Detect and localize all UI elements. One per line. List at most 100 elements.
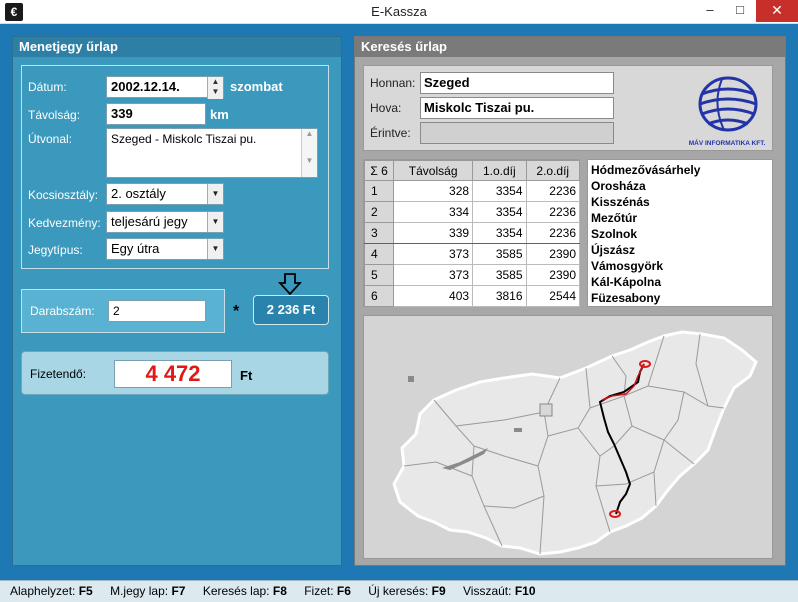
distance-input[interactable]: 339 bbox=[106, 103, 206, 125]
mav-logo-icon: MÁV INFORMATIKA KFT. bbox=[689, 76, 766, 147]
date-input[interactable]: 2002.12.14. ▲ ▼ bbox=[106, 76, 224, 99]
shortcut-new-search: Új keresés: F9 bbox=[368, 584, 445, 598]
table-row[interactable]: 1 328 3354 2236 bbox=[363, 180, 581, 202]
list-item[interactable]: Újszász bbox=[591, 242, 769, 258]
cell-second-class: 2390 bbox=[525, 264, 581, 286]
cell-second-class: 2236 bbox=[525, 201, 581, 223]
shortcut-label: Új keresés: bbox=[368, 584, 429, 598]
shortcut-label: Alaphelyzet: bbox=[10, 584, 76, 598]
minimize-button[interactable]: – bbox=[695, 0, 725, 22]
table-header-second-class[interactable]: 2.o.díj bbox=[525, 160, 581, 181]
cell-first-class: 3354 bbox=[472, 180, 527, 202]
row-number: 5 bbox=[363, 264, 395, 286]
total-amount: 4 472 bbox=[114, 360, 232, 388]
discount-value: teljesárú jegy bbox=[111, 214, 188, 229]
cell-distance: 403 bbox=[393, 285, 474, 307]
table-row[interactable]: 4 373 3585 2390 bbox=[363, 243, 581, 265]
chevron-down-icon[interactable]: ▼ bbox=[207, 184, 223, 204]
route-scrollbar[interactable]: ▲ ▼ bbox=[301, 129, 317, 177]
list-item[interactable]: Kál-Kápolna bbox=[591, 274, 769, 290]
shortcut-pay: Fizet: F6 bbox=[304, 584, 351, 598]
date-spinner[interactable]: ▲ ▼ bbox=[207, 77, 223, 99]
cell-distance: 373 bbox=[393, 264, 474, 286]
list-item[interactable]: Füzesabony bbox=[591, 290, 769, 306]
title-bar: € E-Kassza – □ ✕ bbox=[0, 0, 798, 24]
shortcut-label: M.jegy lap: bbox=[110, 584, 169, 598]
table-row[interactable]: 5 373 3585 2390 bbox=[363, 264, 581, 286]
chevron-down-icon[interactable]: ▼ bbox=[207, 212, 223, 232]
multiply-sign: * bbox=[233, 303, 240, 320]
via-input[interactable] bbox=[420, 122, 614, 144]
quantity-label: Darabszám: bbox=[30, 304, 95, 318]
chevron-down-icon[interactable]: ▼ bbox=[207, 239, 223, 259]
cell-distance: 339 bbox=[393, 222, 474, 244]
total-group: Fizetendő: 4 472 Ft bbox=[21, 351, 329, 395]
quantity-group: Darabszám: 2 bbox=[21, 289, 225, 333]
cell-second-class: 2236 bbox=[525, 180, 581, 202]
table-row-selected[interactable]: 3 339 3354 2236 bbox=[363, 222, 581, 244]
quantity-input[interactable]: 2 bbox=[108, 300, 206, 322]
logo-text: MÁV INFORMATIKA KFT. bbox=[689, 138, 766, 147]
list-item[interactable]: Mezőtúr bbox=[591, 210, 769, 226]
from-label: Honnan: bbox=[370, 76, 416, 90]
discount-select[interactable]: teljesárú jegy ▼ bbox=[106, 211, 224, 233]
shortcut-return-trip: Visszaút: F10 bbox=[463, 584, 536, 598]
date-label: Dátum: bbox=[28, 80, 67, 94]
table-row[interactable]: 6 403 3816 2544 bbox=[363, 285, 581, 307]
cell-first-class: 3585 bbox=[472, 243, 527, 265]
status-bar: Alaphelyzet: F5 M.jegy lap: F7 Keresés l… bbox=[0, 580, 798, 602]
table-row[interactable]: 2 334 3354 2236 bbox=[363, 201, 581, 223]
ticket-form-panel: Menetjegy űrlap Dátum: 2002.12.14. ▲ ▼ sz… bbox=[12, 36, 342, 566]
list-item[interactable]: Hódmezővásárhely bbox=[591, 162, 769, 178]
search-form-panel: Keresés űrlap Honnan: Szeged Hova: Misko… bbox=[354, 36, 786, 566]
day-of-week: szombat bbox=[230, 79, 283, 94]
cell-second-class: 2390 bbox=[525, 243, 581, 265]
cell-first-class: 3354 bbox=[472, 201, 527, 223]
to-input[interactable]: Miskolc Tiszai pu. bbox=[420, 97, 614, 119]
client-area: Menetjegy űrlap Dátum: 2002.12.14. ▲ ▼ sz… bbox=[0, 24, 798, 580]
ticket-type-value: Egy útra bbox=[111, 241, 160, 256]
list-item[interactable]: Vámosgyörk bbox=[591, 258, 769, 274]
list-item[interactable]: Kisszénás bbox=[591, 194, 769, 210]
shortcut-search-page: Keresés lap: F8 bbox=[203, 584, 287, 598]
class-label: Kocsiosztály: bbox=[28, 188, 99, 202]
to-label: Hova: bbox=[370, 101, 402, 115]
shortcut-key: F6 bbox=[336, 584, 351, 598]
class-select[interactable]: 2. osztály ▼ bbox=[106, 183, 224, 205]
shortcut-key: F8 bbox=[272, 584, 287, 598]
row-number: 4 bbox=[363, 243, 395, 265]
table-header-first-class[interactable]: 1.o.díj bbox=[472, 160, 527, 181]
shortcut-key: F10 bbox=[514, 584, 536, 598]
list-item[interactable]: Szolnok bbox=[591, 226, 769, 242]
station-list[interactable]: Hódmezővásárhely Orosháza Kisszénás Mező… bbox=[587, 159, 773, 307]
cell-first-class: 3816 bbox=[472, 285, 527, 307]
ticket-form-title: Menetjegy űrlap bbox=[13, 37, 341, 57]
total-unit: Ft bbox=[240, 368, 253, 383]
cell-distance: 334 bbox=[393, 201, 474, 223]
list-item[interactable]: Orosháza bbox=[591, 178, 769, 194]
table-header-distance[interactable]: Távolság bbox=[393, 160, 474, 181]
discount-label: Kedvezmény: bbox=[28, 216, 101, 230]
ticket-type-select[interactable]: Egy útra ▼ bbox=[106, 238, 224, 260]
table-header-count[interactable]: Σ 6 bbox=[363, 160, 395, 181]
total-label: Fizetendő: bbox=[30, 367, 87, 381]
distance-unit: km bbox=[210, 107, 229, 122]
close-button[interactable]: ✕ bbox=[756, 0, 798, 22]
table-header-row: Σ 6 Távolság 1.o.díj 2.o.díj bbox=[363, 160, 581, 181]
shortcut-key: F5 bbox=[78, 584, 93, 598]
row-number: 1 bbox=[363, 180, 395, 202]
window-title: E-Kassza bbox=[371, 4, 427, 19]
search-form-title: Keresés űrlap bbox=[355, 37, 785, 57]
maximize-button[interactable]: □ bbox=[725, 0, 755, 22]
distance-label: Távolság: bbox=[28, 108, 81, 122]
route-results-table: Σ 6 Távolság 1.o.díj 2.o.díj 1 328 3354 … bbox=[363, 159, 581, 307]
route-map[interactable] bbox=[363, 315, 773, 559]
from-input[interactable]: Szeged bbox=[420, 72, 614, 94]
cell-second-class: 2236 bbox=[525, 222, 581, 244]
shortcut-label: Fizet: bbox=[304, 584, 334, 598]
route-textarea[interactable]: Szeged - Miskolc Tiszai pu. ▲ ▼ bbox=[106, 128, 318, 178]
hungary-map bbox=[392, 330, 758, 556]
cell-distance: 373 bbox=[393, 243, 474, 265]
unit-price: 2 236 Ft bbox=[253, 295, 329, 325]
cell-distance: 328 bbox=[393, 180, 474, 202]
